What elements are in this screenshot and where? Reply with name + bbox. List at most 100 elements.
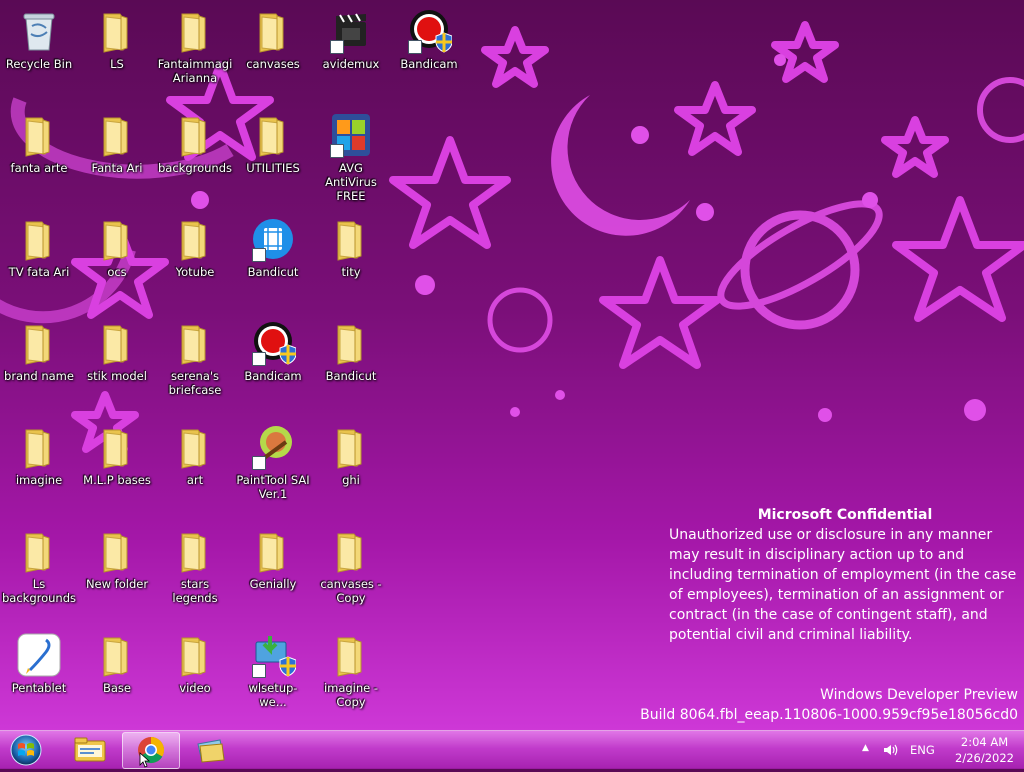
desktop-icon-image [250,528,296,574]
desktop-icon[interactable]: Recycle Bin [1,4,77,71]
folder-icon [337,221,362,261]
desktop-icon[interactable]: Fanta Ari [79,108,155,175]
taskbar-file-explorer[interactable] [62,732,118,767]
desktop-icon[interactable]: stik model [79,316,155,383]
desktop-icon[interactable]: tity [313,212,389,279]
desktop-icon-image [94,528,140,574]
desktop-icon-label: Base [102,681,131,695]
folder-icon [181,13,206,53]
desktop-icon[interactable]: fanta arte [1,108,77,175]
desktop-icon[interactable]: canvases - Copy [313,524,389,605]
shortcut-arrow-icon [330,144,344,158]
desktop-icon[interactable]: Genially [235,524,311,591]
taskbar-chrome[interactable] [122,732,180,769]
desktop-icon-label: Ls backgrounds [1,577,76,605]
desktop-icon[interactable]: Fantaimmagi Arianna [157,4,233,85]
desktop-icon[interactable]: New folder [79,524,155,591]
desktop-icon[interactable]: AVG AntiVirus FREE [313,108,389,203]
clock-time: 2:04 AM [960,735,1009,749]
desktop-icon-label: TV fata Ari [8,265,70,279]
folder-icon [259,533,284,573]
desktop-icon-label: Yotube [175,265,215,279]
folder-icon [103,637,128,677]
language-indicator[interactable]: ENG [910,743,935,757]
desktop-icon[interactable]: wlsetup-we... [235,628,311,709]
shortcut-arrow-icon [252,352,266,366]
desktop-icon-image [328,424,374,470]
desktop-icon-label: New folder [85,577,149,591]
folder-icon [103,221,128,261]
desktop-icon-image [172,320,218,366]
desktop-icon[interactable]: Ls backgrounds [1,524,77,605]
desktop-icon-label: stars legends [172,577,218,605]
folder-icon [337,429,362,469]
folder-icon [337,325,362,365]
desktop-icon-image [94,424,140,470]
taskbar-folder-app[interactable] [184,732,240,767]
desktop-icon[interactable]: Bandicam [391,4,467,71]
windows-orb-icon [10,734,42,766]
desktop-icon[interactable]: backgrounds [157,108,233,175]
build-info: Windows Developer Preview Build 8064.fbl… [640,685,1018,725]
desktop-icon[interactable]: avidemux [313,4,389,71]
desktop-icon[interactable]: UTILITIES [235,108,311,175]
desktop-icon[interactable]: art [157,420,233,487]
watermark-title: Microsoft Confidential [757,507,933,523]
desktop-icon[interactable]: PaintTool SAI Ver.1 [235,420,311,501]
desktop-icon[interactable]: Base [79,628,155,695]
file-explorer-icon [74,737,106,762]
chrome-icon [138,736,165,768]
desktop-icon-label: Pentablet [11,681,67,695]
desktop-icon[interactable]: Bandicut [235,212,311,279]
desktop-icon-label: Bandicam [244,369,302,383]
desktop-icon-image [16,216,62,262]
watermark-body: Unauthorized use or disclosure in any ma… [669,527,1017,643]
desktop-icon[interactable]: LS [79,4,155,71]
desktop-icon[interactable]: video [157,628,233,695]
desktop-icon-label: Bandicut [325,369,377,383]
desktop-icon-image [328,320,374,366]
folder-icon [25,533,50,573]
desktop-icon-image [328,632,374,678]
desktop-icon[interactable]: canvases [235,4,311,71]
shortcut-arrow-icon [252,248,266,262]
desktop-icon[interactable]: TV fata Ari [1,212,77,279]
folder-icon [259,117,284,157]
folder-icon [259,13,284,53]
desktop-icon-image [328,112,374,158]
desktop-icon-image [172,424,218,470]
desktop-icon[interactable]: ghi [313,420,389,487]
desktop-icon[interactable]: M.L.P bases [79,420,155,487]
desktop-icon[interactable]: stars legends [157,524,233,605]
desktop-icon[interactable]: Bandicut [313,316,389,383]
desktop-icon-image [250,216,296,262]
desktop-icon[interactable]: imagine [1,420,77,487]
show-hidden-icons-button[interactable]: ▲ [862,743,869,753]
desktop-icon-image [328,528,374,574]
desktop-icon[interactable]: imagine - Copy [313,628,389,709]
clock[interactable]: 2:04 AM 2/26/2022 [955,734,1014,766]
desktop-icon[interactable]: ocs [79,212,155,279]
desktop-icon-image [250,424,296,470]
folder-icon [103,533,128,573]
desktop-icon-image [328,8,374,54]
desktop-icon-label: Genially [249,577,297,591]
desktop-icon[interactable]: serena's briefcase [157,316,233,397]
desktop-icon[interactable]: Pentablet [1,628,77,695]
desktop-icon-label: brand name [4,369,74,383]
desktop-icon[interactable]: brand name [1,316,77,383]
desktop-icon[interactable]: Yotube [157,212,233,279]
folder-icon [181,429,206,469]
desktop-icon-image [16,632,62,678]
desktop-icon-label: avidemux [322,57,380,71]
volume-icon[interactable] [882,742,898,758]
desktop-icon-label: LS [110,57,124,71]
desktop-icon-image [172,632,218,678]
start-button[interactable] [6,733,46,767]
system-tray: ▲ ENG 2:04 AM 2/26/2022 [834,731,1024,769]
folder-icon [103,429,128,469]
desktop-icon[interactable]: Bandicam [235,316,311,383]
desktop-icon-image [16,112,62,158]
desktop-icon-image [172,112,218,158]
desktop-icon-image [250,8,296,54]
